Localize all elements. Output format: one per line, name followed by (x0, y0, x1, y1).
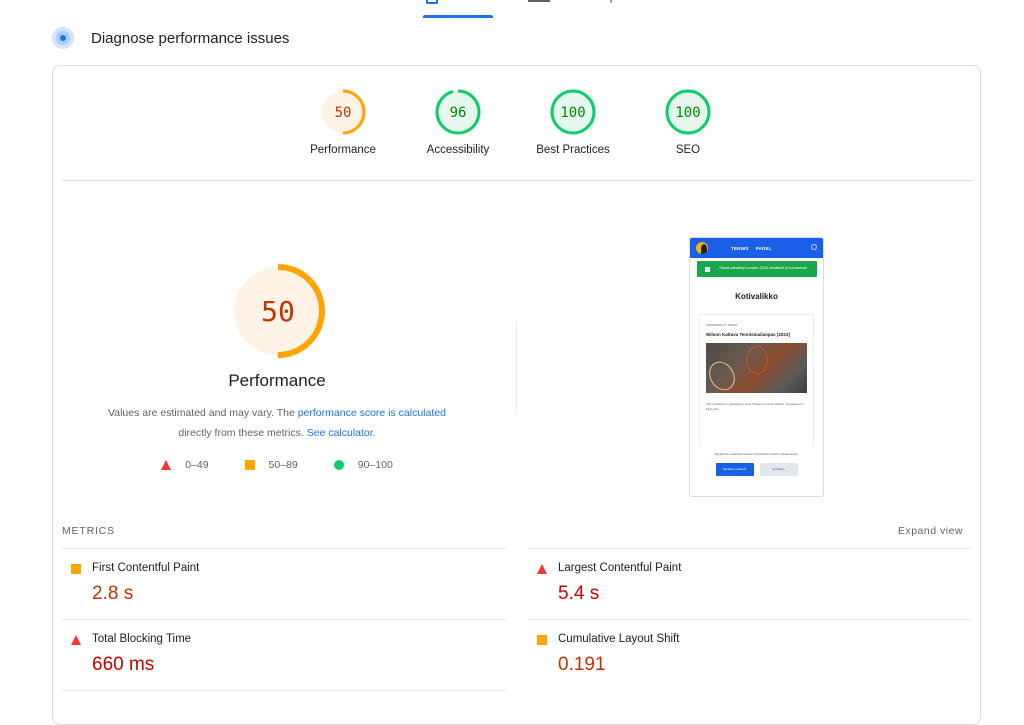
performance-big-gauge: 50 (230, 263, 326, 359)
gauge-ring: 100 (665, 89, 711, 135)
expand-view-button[interactable]: Expand view (898, 525, 963, 537)
gauge-seo[interactable]: 100 SEO (638, 88, 738, 156)
gauge-label: Best Practices (536, 144, 610, 156)
gauge-ring: 50 (320, 89, 366, 135)
gauge-label: Accessibility (426, 144, 490, 156)
gauge-label: SEO (675, 144, 701, 156)
vertical-divider (516, 321, 517, 413)
metrics-heading: METRICS (62, 525, 115, 537)
metric-name: Total Blocking Time (92, 633, 192, 645)
post-title: Wilson Kattava Tennismailaopas [2023] (706, 332, 790, 337)
circle-icon (333, 460, 344, 470)
big-gauge-ring: 50 (231, 264, 325, 358)
accept-cookies-button: Hyväksy evästeet (715, 462, 754, 476)
desktop-icon (528, 0, 550, 2)
description-text: Values are estimated and may vary. The (108, 407, 298, 419)
calendar-icon (705, 266, 710, 272)
phone-icon (426, 0, 438, 4)
screenshot-nav-links: TENNIS PADEL (731, 246, 779, 251)
gauge-best-practices[interactable]: 100 Best Practices (523, 88, 623, 156)
gauge-score: 100 (675, 105, 700, 121)
square-icon (71, 564, 81, 574)
metric-cls: Cumulative Layout Shift 0.191 (528, 619, 972, 690)
banner-text: Tässä päivitetyt vuoden 2024 kesäleirit … (718, 266, 808, 271)
big-gauge-score: 50 (261, 295, 295, 328)
metric-lcp: Largest Contentful Paint 5.4 s (528, 548, 972, 619)
score-calculated-link[interactable]: performance score is calculated (298, 407, 446, 419)
legend-range: 90–100 (357, 459, 393, 471)
device-tabs (0, 0, 1024, 20)
post-image-rackets (706, 342, 807, 393)
gauge-accessibility[interactable]: 96 Accessibility (408, 88, 508, 156)
post-text: Tämä artikkeli on täydellinen opas Wilso… (706, 401, 804, 411)
section-title: Diagnose performance issues (91, 29, 290, 47)
site-logo (696, 242, 708, 254)
nav-link: PADEL (755, 245, 772, 251)
legend-fail: 0–49 (161, 459, 209, 471)
gauge-ring: 100 (550, 89, 596, 135)
category-gauges: 50 Performance 96 Accessibility 100 Best… (53, 88, 982, 168)
legend-pass: 90–100 (333, 459, 393, 471)
metric-value: 5.4 s (558, 583, 600, 604)
square-icon (244, 460, 255, 470)
nav-link: TENNIS (731, 245, 749, 251)
post-category: TENNISMAILAT, TENNIS (706, 323, 738, 327)
screenshot-post: TENNISMAILAT, TENNIS Wilson Kattava Tenn… (699, 314, 814, 464)
divider (62, 690, 506, 691)
screenshot-heading: Kotivalikko (735, 292, 778, 301)
metric-name: Largest Contentful Paint (558, 562, 682, 574)
metric-fcp: First Contentful Paint 2.8 s (62, 548, 506, 619)
see-calculator-link[interactable]: See calculator. (307, 427, 376, 439)
performance-description: Values are estimated and may vary. The p… (83, 403, 471, 443)
score-legend: 0–49 50–89 90–100 (53, 459, 501, 471)
decline-cookies-button: Kieltäydy (759, 462, 798, 476)
gauge-score: 50 (335, 105, 352, 121)
legend-range: 0–49 (185, 459, 209, 471)
desktop-label-fragment (610, 0, 612, 3)
divider (62, 180, 972, 181)
metrics-right-column: Largest Contentful Paint 5.4 s Cumulativ… (528, 548, 972, 690)
final-screenshot[interactable]: TENNIS PADEL Tässä päivitetyt vuoden 2024… (689, 237, 824, 497)
gauge-score: 100 (560, 105, 585, 121)
screenshot-banner: Tässä päivitetyt vuoden 2024 kesäleirit … (697, 261, 817, 277)
active-tab-indicator (423, 15, 493, 18)
legend-range: 50–89 (268, 459, 298, 471)
triangle-icon (161, 460, 172, 470)
gauge-ring: 96 (435, 89, 481, 135)
metric-value: 660 ms (92, 654, 155, 675)
gauge-label: Performance (310, 144, 376, 156)
metric-value: 0.191 (558, 654, 606, 675)
performance-title: Performance (228, 371, 326, 390)
cookie-text: Käytämme evästeitä parhaan käyttökokemuk… (714, 452, 799, 456)
metric-value: 2.8 s (92, 583, 134, 604)
metric-name: First Contentful Paint (92, 562, 200, 574)
triangle-icon (537, 564, 547, 574)
metric-tbt: Total Blocking Time 660 ms (62, 619, 506, 690)
screenshot-navbar: TENNIS PADEL (690, 238, 823, 258)
legend-average: 50–89 (244, 459, 298, 471)
description-text: directly from these metrics. (178, 427, 307, 439)
section-header: Diagnose performance issues (52, 27, 289, 49)
tab-mobile[interactable] (423, 0, 493, 18)
search-icon (811, 244, 817, 250)
metric-name: Cumulative Layout Shift (558, 633, 680, 645)
square-icon (537, 635, 547, 645)
cookie-banner: Käytämme evästeitä parhaan käyttökokemuk… (690, 446, 823, 496)
gauge-score: 96 (450, 105, 467, 121)
diagnose-speedometer-icon (52, 27, 74, 49)
gauge-performance[interactable]: 50 Performance (293, 88, 393, 156)
triangle-icon (71, 635, 81, 645)
tab-desktop[interactable] (528, 0, 612, 18)
report-card: 50 Performance 96 Accessibility 100 Best… (52, 65, 981, 725)
metrics-left-column: First Contentful Paint 2.8 s Total Block… (62, 548, 506, 691)
